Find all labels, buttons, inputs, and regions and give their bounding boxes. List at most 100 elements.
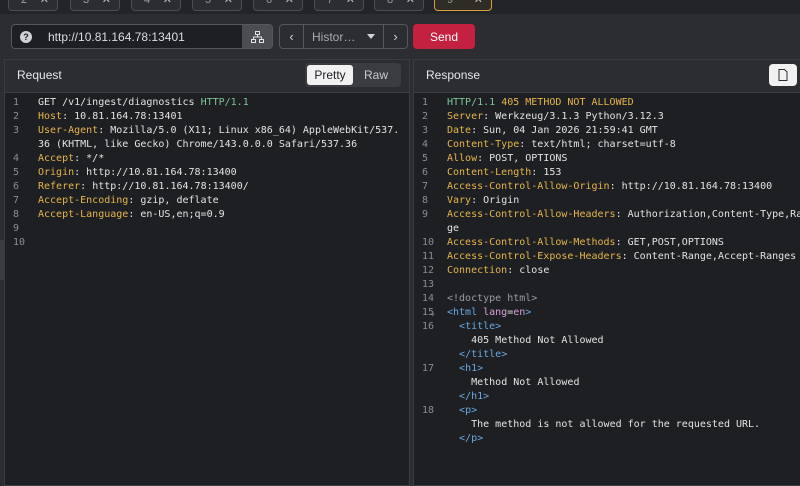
- header-value: : text/html; charset=utf-8: [519, 139, 676, 150]
- doctype: <!doctype html>: [447, 293, 538, 304]
- code-text: ge: [447, 222, 459, 236]
- close-icon[interactable]: ✕: [40, 0, 49, 6]
- code-line: 6 Content-Length: 153: [414, 166, 800, 180]
- close-icon[interactable]: ✕: [224, 0, 233, 6]
- code-line: 14 <!doctype html>: [414, 292, 800, 306]
- header-name: Access-Control-Expose-Headers: [447, 251, 622, 262]
- code-text: <h1>: [447, 362, 483, 376]
- code-line: 36 (KHTML, like Gecko) Chrome/143.0.0.0 …: [5, 138, 409, 152]
- request-title: Request: [17, 68, 62, 82]
- code-line: 4 Content-Type: text/html; charset=utf-8: [414, 138, 800, 152]
- code-text: Accept-Encoding: gzip, deflate: [38, 194, 219, 208]
- html-tag: <html: [447, 307, 484, 318]
- pretty-tab[interactable]: Pretty: [307, 65, 353, 85]
- header-value: : Content-Range,Accept-Ranges: [621, 251, 797, 262]
- tab-3[interactable]: 3✕: [70, 0, 120, 11]
- header-name: Server: [447, 111, 484, 122]
- http-version: HTTP/1.1: [200, 97, 249, 108]
- tab-8[interactable]: 8✕: [374, 0, 424, 11]
- header-name: Content-Length: [447, 167, 532, 178]
- code-line: 1 HTTP/1.1 405 METHOD NOT ALLOWED: [414, 96, 800, 110]
- header-value: : GET,POST,OPTIONS: [615, 237, 724, 248]
- code-text: Method Not Allowed: [447, 376, 579, 390]
- header-name: Accept-Encoding: [38, 195, 129, 206]
- code-text: Date: Sun, 04 Jan 2026 21:59:41 GMT: [447, 124, 658, 138]
- code-text: </title>: [447, 348, 507, 362]
- response-editor[interactable]: 1 HTTP/1.1 405 METHOD NOT ALLOWED 2 Server:…: [414, 94, 800, 485]
- line-number: 4: [13, 153, 20, 164]
- header-value: : 10.81.164.78:13401: [62, 111, 183, 122]
- code-line: 2 Host: 10.81.164.78:13401: [5, 110, 409, 124]
- code-line: 5 Allow: POST, OPTIONS: [414, 152, 800, 166]
- code-text: User-Agent: Mozilla/5.0 (X11; Linux x86_…: [38, 124, 399, 138]
- code-line: The method is not allowed for the reques…: [414, 418, 800, 432]
- close-icon[interactable]: ✕: [285, 0, 294, 6]
- code-line: 8 Vary: Origin: [414, 194, 800, 208]
- tab-6[interactable]: 6✕: [253, 0, 303, 11]
- tab-4[interactable]: 4✕: [131, 0, 181, 11]
- html-text: 405 Method Not Allowed: [471, 335, 604, 346]
- code-line: 16 <title>: [414, 320, 800, 334]
- header-value: : en-US,en;q=0.9: [128, 209, 225, 220]
- history-dropdown[interactable]: Histor…: [303, 25, 384, 48]
- raw-tab[interactable]: Raw: [353, 65, 399, 85]
- forward-button[interactable]: ›: [384, 25, 407, 48]
- header-value: : gzip, deflate: [128, 195, 219, 206]
- code-text: <p>: [447, 404, 477, 418]
- close-icon[interactable]: ✕: [163, 0, 172, 6]
- target-bar: ? http://10.81.164.78:13401 ‹ Histor… › …: [0, 23, 800, 51]
- help-icon[interactable]: ?: [20, 31, 32, 43]
- code-text: GET /v1/ingest/diagnostics HTTP/1.1: [38, 96, 249, 110]
- attr-name: lang: [483, 307, 508, 318]
- code-line: 13: [414, 278, 800, 292]
- close-icon[interactable]: ✕: [346, 0, 355, 6]
- code-text: <html lang=en>: [447, 306, 531, 320]
- code-line: 3 Date: Sun, 04 Jan 2026 21:59:41 GMT: [414, 124, 800, 138]
- code-line: 7 Access-Control-Allow-Origin: http://10.…: [414, 180, 800, 194]
- history-label: Histor…: [312, 29, 356, 44]
- code-line: </h1>: [414, 390, 800, 404]
- line-number: 11: [422, 251, 435, 262]
- code-text: <title>: [447, 320, 501, 334]
- code-line: </title>: [414, 348, 800, 362]
- network-settings-button[interactable]: [242, 25, 272, 48]
- header-value: : http://10.81.164.78:13400: [609, 181, 773, 192]
- tab-7[interactable]: 7✕: [314, 0, 364, 11]
- target-url-text[interactable]: http://10.81.164.78:13401: [48, 30, 185, 44]
- tab-5[interactable]: 5✕: [192, 0, 242, 11]
- tab-9[interactable]: 9✕: [434, 0, 492, 11]
- code-line: 15 ⌄ <html lang=en>: [414, 306, 800, 320]
- line-number: 6: [422, 167, 429, 178]
- code-text: Content-Type: text/html; charset=utf-8: [447, 138, 676, 152]
- html-tag: </h1>: [459, 391, 490, 402]
- code-line: 10 Access-Control-Allow-Methods: GET,POST…: [414, 236, 800, 250]
- tab-2[interactable]: 2✕: [8, 0, 58, 11]
- header-value: : Origin: [471, 195, 520, 206]
- resize-handle[interactable]: [0, 240, 4, 280]
- code-text: Server: Werkzeug/3.1.3 Python/3.12.3: [447, 110, 664, 124]
- line-number: 5: [13, 167, 20, 178]
- target-url-field[interactable]: ? http://10.81.164.78:13401: [11, 24, 273, 49]
- close-icon[interactable]: ✕: [406, 0, 415, 6]
- header-name: Vary: [447, 195, 472, 206]
- back-button[interactable]: ‹: [280, 25, 303, 48]
- close-icon[interactable]: ✕: [102, 0, 111, 6]
- close-icon[interactable]: ✕: [474, 0, 483, 6]
- line-number: 16: [422, 321, 435, 332]
- request-editor[interactable]: 1 GET /v1/ingest/diagnostics HTTP/1.1 2 Hos…: [5, 94, 409, 485]
- response-title: Response: [426, 68, 481, 82]
- line-number: 7: [13, 195, 20, 206]
- document-view-button[interactable]: [769, 64, 797, 86]
- code-text: </h1>: [447, 390, 489, 404]
- request-view-toggle: Pretty Raw: [305, 63, 401, 87]
- html-tag: <title>: [459, 321, 502, 332]
- code-text: Content-Length: 153: [447, 166, 561, 180]
- send-button[interactable]: Send: [413, 24, 475, 49]
- header-name: Date: [447, 125, 472, 136]
- code-text: Accept: */*: [38, 152, 104, 166]
- header-name: Access-Control-Allow-Methods: [447, 237, 616, 248]
- line-number: 2: [422, 111, 429, 122]
